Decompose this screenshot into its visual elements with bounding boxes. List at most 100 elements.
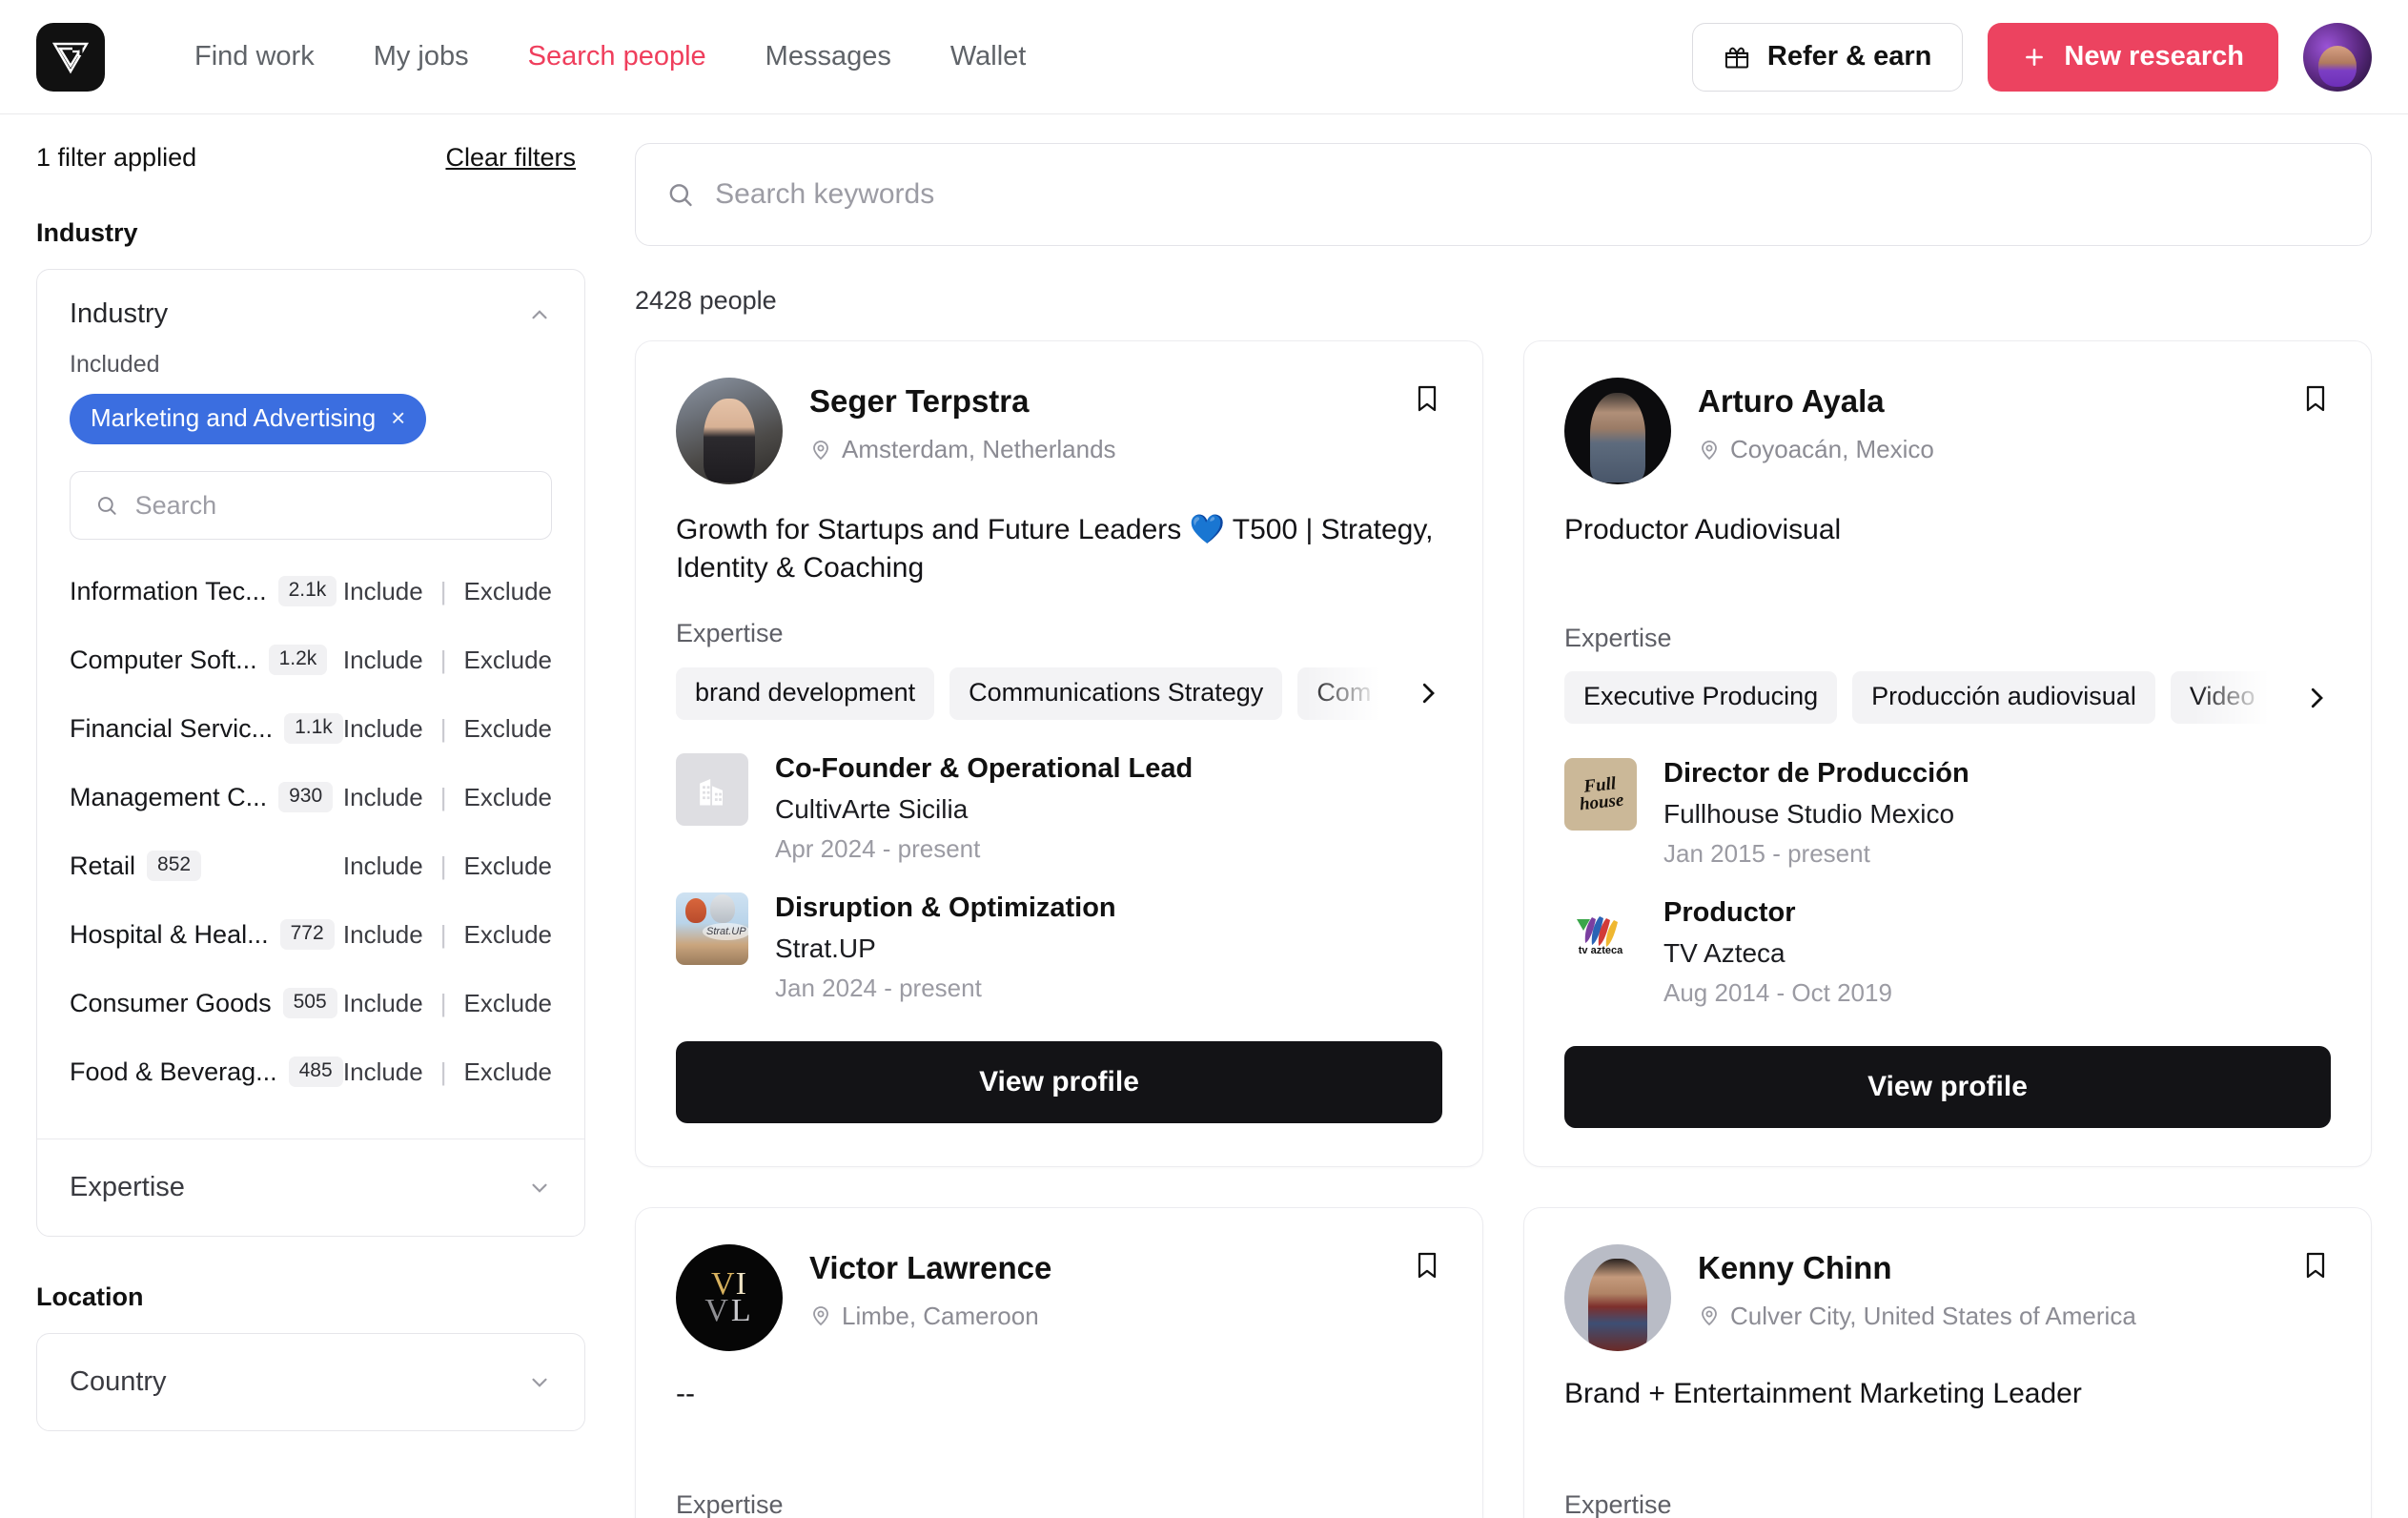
bookmark-icon[interactable] [1412,1244,1442,1285]
user-avatar[interactable] [2303,22,2372,92]
person-card[interactable]: VI VL Victor Lawrence Limbe, Cameroon --… [635,1206,1483,1518]
industry-count: 1.1k [284,713,343,744]
company-logo-fullhouse: Full house [1564,757,1637,831]
industry-list-item: Consumer Goods 505 Include | Exclude [70,969,552,1037]
expertise-filter-toggle[interactable]: Expertise [37,1138,584,1236]
industry-count: 772 [279,919,335,950]
app-logo[interactable] [36,22,105,92]
industry-include-action[interactable]: Include [343,577,423,606]
expertise-pill[interactable]: Producción audiovisual [1852,671,2155,725]
experience-title: Director de Producción [1663,757,1969,789]
industry-search-box[interactable] [70,471,552,540]
expertise-pill[interactable]: Communications Strategy [949,667,1283,720]
industry-action-separator: | [439,782,447,811]
nav-item-find-work[interactable]: Find work [194,41,315,72]
industry-exclude-action[interactable]: Exclude [464,1057,553,1087]
person-location-label: Coyoacán, Mexico [1730,435,1934,463]
nav-item-messages[interactable]: Messages [765,41,891,72]
person-avatar [1564,1243,1671,1351]
nav-item-my-jobs[interactable]: My jobs [374,41,469,72]
experience-item: tv azteca Productor TV Azteca Aug 2014 -… [1564,896,2331,1008]
person-card[interactable]: Seger Terpstra Amsterdam, Netherlands Gr… [635,340,1483,1167]
industry-name[interactable]: Computer Soft... [70,646,257,675]
industry-name[interactable]: Consumer Goods [70,989,272,1018]
app-header: Find work My jobs Search people Messages… [0,0,2408,114]
industry-name[interactable]: Food & Beverag... [70,1057,277,1087]
nav-item-wallet[interactable]: Wallet [950,41,1027,72]
person-location-label: Amsterdam, Netherlands [842,435,1116,463]
person-name: Kenny Chinn [1698,1249,1892,1285]
industry-action-separator: | [439,576,447,605]
industry-include-action[interactable]: Include [343,851,423,881]
expertise-pill[interactable]: Com [1297,667,1391,720]
industry-include-action[interactable]: Include [343,920,423,950]
view-profile-button[interactable]: View profile [676,1041,1442,1124]
industry-search-input[interactable] [134,490,526,521]
person-location: Amsterdam, Netherlands [809,435,1385,464]
industry-include-action[interactable]: Include [343,1057,423,1087]
keyword-search-box[interactable] [635,143,2372,246]
industry-count: 852 [147,851,202,881]
expertise-next-icon[interactable] [2295,669,2331,726]
experience-company: Strat.UP [775,933,876,964]
refer-and-earn-label: Refer & earn [1766,41,1932,72]
remove-chip-icon[interactable]: × [391,403,405,433]
clear-filters-link[interactable]: Clear filters [445,143,576,173]
headline-part-1: Growth for Startups and Future Leaders [676,514,1190,545]
industry-include-action[interactable]: Include [343,714,423,744]
industry-filter-toggle[interactable]: Industry [70,298,552,330]
expertise-pill[interactable]: Video [2170,671,2275,725]
included-chip-marketing-and-advertising[interactable]: Marketing and Advertising × [70,394,427,444]
industry-name[interactable]: Financial Servic... [70,714,273,744]
industry-exclude-action[interactable]: Exclude [464,920,553,950]
person-card[interactable]: Kenny Chinn Culver City, United States o… [1523,1206,2372,1518]
bookmark-icon[interactable] [1412,378,1442,419]
industry-action-separator: | [439,713,447,743]
person-card-header: VI VL Victor Lawrence Limbe, Cameroon [676,1243,1442,1351]
expertise-pill[interactable]: Executive Producing [1564,671,1838,725]
industry-name[interactable]: Retail [70,851,135,881]
industry-name[interactable]: Management C... [70,783,267,812]
industry-include-action[interactable]: Include [343,783,423,812]
plus-icon [2026,48,2044,66]
industry-list-item: Information Tec... 2.1k Include | Exclud… [70,557,552,626]
bookmark-icon[interactable] [2300,378,2331,419]
industry-include-action[interactable]: Include [343,989,423,1018]
gift-icon [1724,47,1748,68]
industry-exclude-action[interactable]: Exclude [464,989,553,1018]
person-location: Coyoacán, Mexico [1698,435,2274,464]
expertise-pill[interactable]: brand development [676,667,935,720]
expertise-next-icon[interactable] [1406,666,1442,722]
industry-action-separator: | [439,1056,447,1086]
included-label: Included [70,351,160,378]
svg-text:tv azteca: tv azteca [1579,945,1623,955]
industry-exclude-action[interactable]: Exclude [464,714,553,744]
location-pin-icon [1702,440,1717,460]
industry-exclude-action[interactable]: Exclude [464,646,553,675]
industry-count: 930 [278,782,334,812]
industry-action-separator: | [439,645,447,674]
person-avatar: VI VL [676,1243,783,1351]
country-filter-title: Country [70,1366,167,1397]
person-name: Victor Lawrence [809,1249,1052,1285]
industry-exclude-action[interactable]: Exclude [464,783,553,812]
industry-exclude-action[interactable]: Exclude [464,851,553,881]
nav-item-search-people[interactable]: Search people [528,41,706,72]
new-research-button[interactable]: New research [1988,22,2278,92]
industry-name[interactable]: Hospital & Heal... [70,920,269,950]
expertise-label: Expertise [676,619,784,648]
person-card[interactable]: Arturo Ayala Coyoacán, Mexico Productor … [1523,340,2372,1167]
industry-list-item: Retail 852 Include | Exclude [70,831,552,900]
refer-and-earn-button[interactable]: Refer & earn [1691,22,1964,92]
bookmark-icon[interactable] [2300,1244,2331,1285]
industry-name[interactable]: Information Tec... [70,577,267,606]
view-profile-button[interactable]: View profile [1564,1045,2331,1128]
industry-include-action[interactable]: Include [343,646,423,675]
country-filter-toggle[interactable]: Country [37,1334,584,1430]
keyword-search-input[interactable] [715,178,2340,211]
experience-dates: Jan 2024 - present [775,974,982,1003]
industry-action-separator: | [439,988,447,1017]
industry-exclude-action[interactable]: Exclude [464,577,553,606]
industry-action-separator: | [439,851,447,880]
industry-list-item: Financial Servic... 1.1k Include | Exclu… [70,694,552,763]
